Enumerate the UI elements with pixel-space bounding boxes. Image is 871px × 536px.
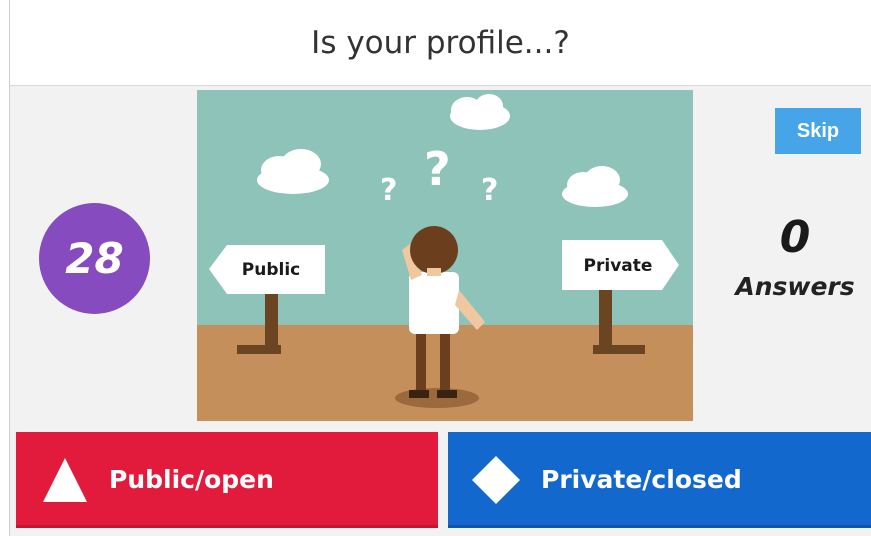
sign-private-label: Private — [584, 256, 653, 276]
answer-option-red[interactable]: Public/open — [16, 432, 438, 528]
question-bar: Is your profile...? — [9, 0, 871, 86]
answers-count: 0 — [779, 212, 811, 263]
diamond-icon — [472, 456, 520, 504]
timer-value: 28 — [65, 234, 124, 283]
svg-text:?: ? — [424, 142, 451, 196]
answer-option-blue[interactable]: Private/closed — [448, 432, 871, 528]
question-image: ? ? ? Public Private — [197, 90, 693, 421]
triangle-icon — [43, 458, 87, 502]
svg-text:?: ? — [380, 173, 397, 208]
sign-public-label: Public — [242, 260, 300, 280]
svg-text:?: ? — [481, 173, 498, 208]
skip-button[interactable]: Skip — [775, 108, 861, 154]
countdown-timer: 28 — [39, 203, 150, 314]
answers-label: Answers — [735, 272, 855, 301]
question-title: Is your profile...? — [311, 24, 570, 61]
answer-option-label: Public/open — [109, 465, 274, 494]
answer-option-label: Private/closed — [541, 465, 742, 494]
